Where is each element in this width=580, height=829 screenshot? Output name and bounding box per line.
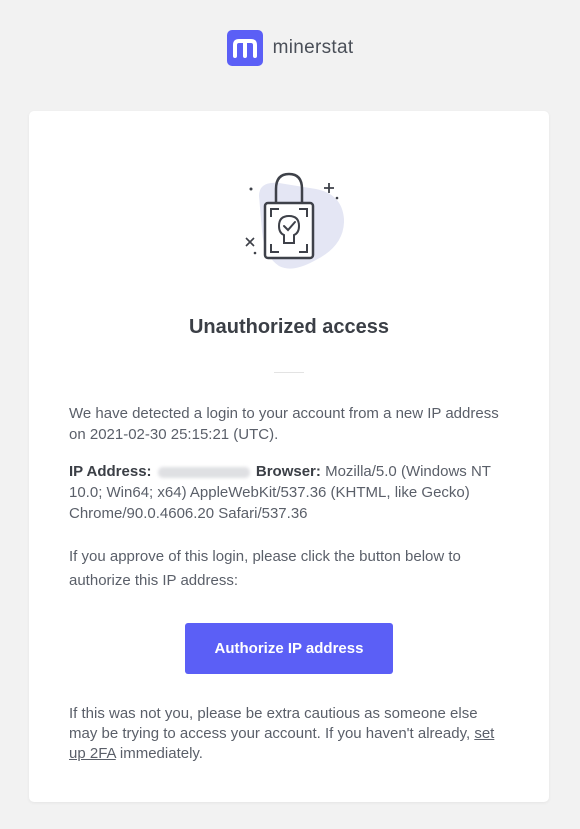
browser-label: Browser: — [255, 463, 321, 480]
brand-name: minerstat — [272, 37, 354, 58]
approve-text: If you approve of this login, please cli… — [69, 548, 461, 589]
authorize-ip-button[interactable]: Authorize IP address — [185, 623, 393, 674]
divider — [274, 372, 304, 373]
ip-address-label: IP Address: — [69, 463, 152, 480]
padlock-shield-icon — [245, 172, 344, 269]
minerstat-logo-icon — [226, 30, 263, 66]
warning-suffix: immediately. — [119, 745, 203, 762]
login-details: IP Address: Browser: Mozilla/5.0 (Window… — [69, 461, 509, 524]
ip-address-redacted — [157, 466, 250, 478]
detected-login-text: We have detected a login to your account… — [69, 405, 499, 443]
warning-text: If this was not you, please be extra cau… — [69, 705, 478, 742]
email-card: Unauthorized access We have detected a l… — [29, 111, 549, 802]
warning-text-block: If this was not you, please be extra cau… — [69, 704, 509, 764]
header: minerstat — [0, 28, 580, 68]
page-title: Unauthorized access — [188, 316, 390, 338]
